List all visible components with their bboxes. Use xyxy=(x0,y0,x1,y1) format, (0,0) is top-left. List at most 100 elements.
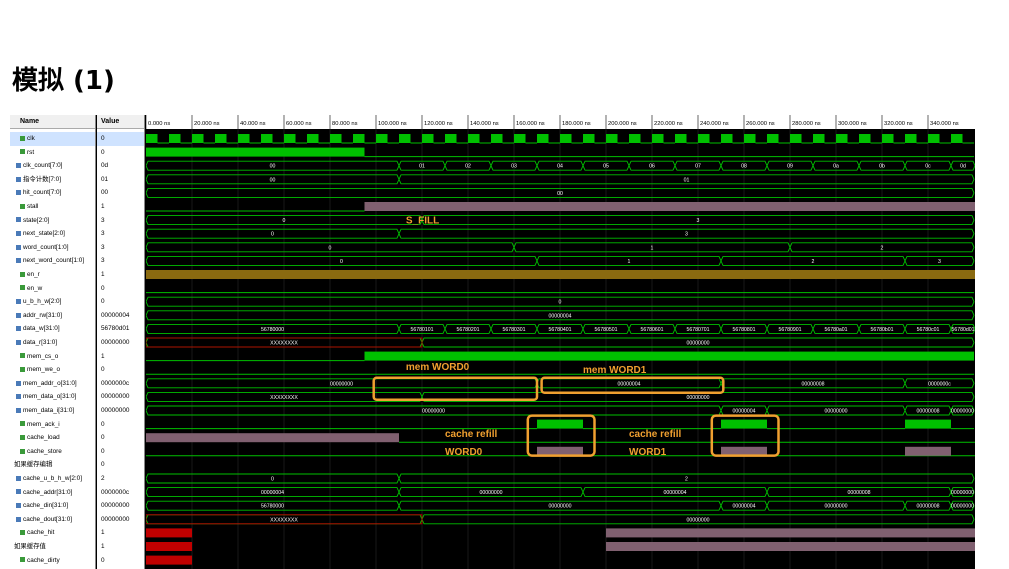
bit-high-segment xyxy=(284,134,296,143)
signal-value-cell: 1 xyxy=(101,203,105,210)
name-column-header[interactable]: Name xyxy=(10,115,95,129)
bit-high-segment xyxy=(721,134,733,143)
signal-name-row[interactable]: clk_count[7:0] xyxy=(10,159,95,173)
signal-name-label: state[2:0] xyxy=(23,216,50,224)
time-tick-label: 100.000 ns xyxy=(378,121,407,127)
bus-value-label: 00000000 xyxy=(479,490,502,496)
signal-value-cell: 0 xyxy=(101,420,105,428)
bus-signal-icon xyxy=(16,516,21,522)
signal-name-row[interactable]: rst xyxy=(10,146,95,160)
waveform-viewer: Name clk rst clk_count[7:0] 指令计数[7:0] hit_co… xyxy=(10,115,975,569)
signal-name-row[interactable]: data_r[31:0] xyxy=(10,336,95,350)
bit-high-segment xyxy=(192,134,204,143)
bit-signal-icon xyxy=(20,203,25,209)
signal-name-row[interactable]: mem_cs_o xyxy=(10,350,95,364)
bus-value-label: 56780601 xyxy=(640,327,663,333)
bit-high-segment xyxy=(399,134,411,143)
signal-value-cell: 1 xyxy=(101,352,105,360)
time-tick-label: 160.000 ns xyxy=(516,121,545,127)
bus-value-label: 56780000 xyxy=(261,504,284,510)
signal-name-row[interactable]: en_w xyxy=(10,282,95,296)
bus-signal-icon xyxy=(16,163,21,168)
bit-high-segment xyxy=(767,134,779,143)
signal-name-row[interactable]: u_b_h_w[2:0] xyxy=(10,295,95,309)
signal-name-row[interactable]: cache_dout[31:0] xyxy=(10,513,95,527)
bit-signal-icon xyxy=(20,448,25,454)
bus-value-label: 0 xyxy=(271,477,274,483)
signal-name-label: stall xyxy=(27,203,39,210)
mem-word0-highlight-box xyxy=(372,376,539,402)
bus-value-label: 00000008 xyxy=(916,409,939,415)
signal-name-label: data_w[31:0] xyxy=(23,325,60,333)
cache-hit-high-region xyxy=(606,528,975,538)
value-column-header[interactable]: Value xyxy=(97,115,144,129)
bit-high-segment xyxy=(652,134,664,143)
waveform-area[interactable]: 0.000 ns 20.000 ns 40.000 ns 60.000 ns 80.00… xyxy=(146,115,975,569)
bus-value-label: 0 xyxy=(340,259,343,265)
signal-name-row[interactable]: next_state[2:0] xyxy=(10,227,95,241)
signal-name-row[interactable]: cache_hit xyxy=(10,526,95,540)
bus-value-label: 01 xyxy=(684,177,690,183)
signal-name-row[interactable]: cache_load xyxy=(10,431,95,445)
signal-name-row[interactable]: state[2:0] xyxy=(10,214,95,228)
signal-name-row[interactable]: cache_u_b_h_w[2:0] xyxy=(10,472,95,486)
bus-value-label: 0000000c xyxy=(928,381,951,387)
signal-name-row[interactable]: cache_dirty xyxy=(10,554,95,568)
signal-value-cell: 0 xyxy=(101,148,105,156)
signal-name-row[interactable]: mem_we_o xyxy=(10,363,95,377)
bit-high-segment xyxy=(813,134,825,143)
signal-name-label: mem_ack_i xyxy=(27,420,60,428)
bit-high-segment xyxy=(514,134,526,143)
signal-name-row[interactable]: clk xyxy=(10,132,95,146)
signal-value-cell: 0000000c xyxy=(101,379,130,387)
signal-name-row[interactable]: data_w[31:0] xyxy=(10,322,95,336)
bus-value-label: 56780101 xyxy=(410,327,433,333)
bit-high-segment xyxy=(583,134,595,143)
en-r-high-region xyxy=(146,270,975,279)
bus-signal-icon xyxy=(16,394,21,400)
bus-value-label: 00000000 xyxy=(686,395,709,401)
bus-signal-icon xyxy=(16,244,21,250)
bit-signal-icon xyxy=(20,367,25,372)
signal-name-label: cache_u_b_h_w[2:0] xyxy=(23,475,82,482)
signal-name-label: hit_count[7:0] xyxy=(23,189,62,197)
signal-name-row[interactable]: 如果缓存编辑 xyxy=(10,458,95,472)
signal-name-row[interactable]: word_count[1:0] xyxy=(10,241,95,255)
bus-signal-icon xyxy=(16,407,21,413)
bus-signal-icon xyxy=(16,299,21,304)
signal-name-row[interactable]: stall xyxy=(10,200,95,214)
signal-name-label: data_r[31:0] xyxy=(23,339,58,346)
bit-signal-icon xyxy=(20,271,25,277)
signal-name-row[interactable]: mem_data_o[31:0] xyxy=(10,390,95,404)
undefined-region xyxy=(146,542,192,551)
bit-high-segment xyxy=(146,134,158,143)
signal-name-label: 如果缓存值 xyxy=(14,543,46,550)
signal-name-label: mem_cs_o xyxy=(27,352,59,360)
signal-name-label: word_count[1:0] xyxy=(23,243,69,251)
signal-value-cell: 0 xyxy=(101,298,105,306)
signal-name-label: en_w xyxy=(27,284,43,292)
signal-name-row[interactable]: 指令计数[7:0] xyxy=(10,173,95,187)
signal-name-row[interactable]: next_word_count[1:0] xyxy=(10,254,95,268)
signal-name-row[interactable]: cache_addr[31:0] xyxy=(10,486,95,500)
signal-name-row[interactable]: mem_ack_i xyxy=(10,418,95,432)
signal-name-row[interactable]: hit_count[7:0] xyxy=(10,186,95,200)
bus-value-label: 56780201 xyxy=(456,327,479,333)
signal-name-row[interactable]: mem_addr_o[31:0] xyxy=(10,377,95,391)
bus-value-label: 0 xyxy=(559,300,562,306)
bit-signal-icon xyxy=(20,135,25,141)
signal-name-label: next_word_count[1:0] xyxy=(23,257,85,265)
signal-name-row[interactable]: en_r xyxy=(10,268,95,282)
time-tick-label: 40.000 ns xyxy=(240,121,266,127)
signal-name-row[interactable]: cache_din[31:0] xyxy=(10,499,95,513)
signal-name-row[interactable]: cache_store xyxy=(10,445,95,459)
bit-signal-icon xyxy=(20,353,25,359)
signal-name-row[interactable]: 如果缓存值 xyxy=(10,540,95,554)
bit-high-segment xyxy=(330,134,342,143)
time-tick-label: 0.000 ns xyxy=(148,121,170,127)
signal-name-row[interactable]: mem_data_i[31:0] xyxy=(10,404,95,418)
signal-name-row[interactable]: addr_rw[31:0] xyxy=(10,309,95,323)
bus-value-label: 08 xyxy=(741,164,747,170)
signal-name-label: mem_addr_o[31:0] xyxy=(23,379,77,387)
bus-value-label: 0d xyxy=(960,164,966,170)
